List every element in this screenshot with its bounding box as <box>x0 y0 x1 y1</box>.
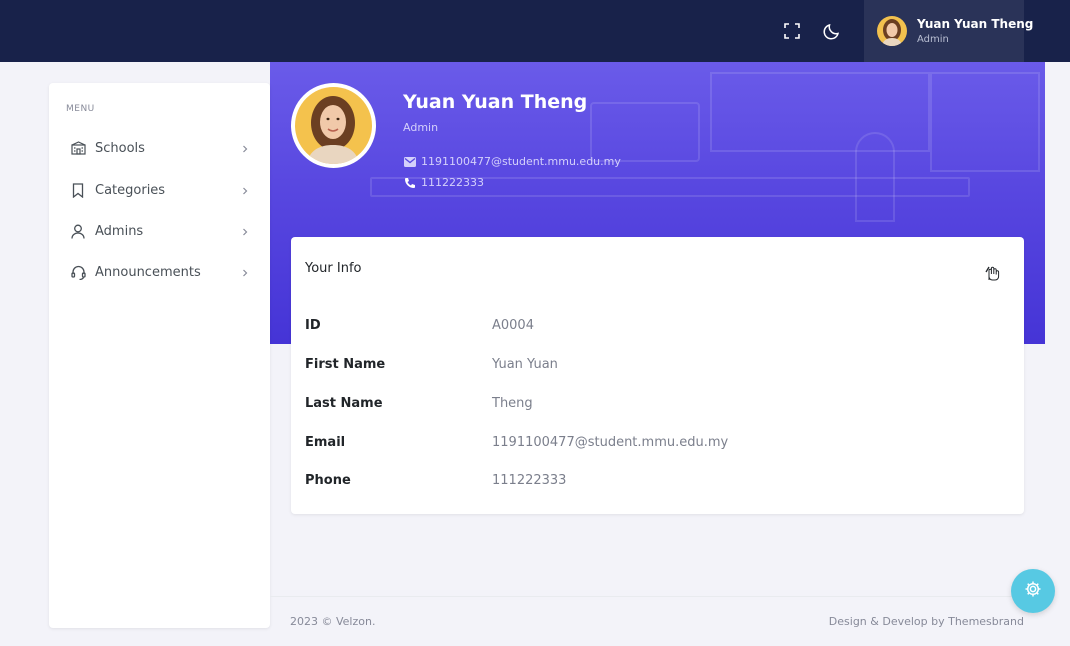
info-row-id: ID A0004 <box>305 318 1005 338</box>
profile-phone-text: 111222333 <box>421 176 484 189</box>
info-card: Your Info ID A0004 First Name Yuan Yuan … <box>291 237 1024 514</box>
row-value: Theng <box>492 396 533 411</box>
chevron-right-icon <box>240 226 250 236</box>
sidebar-item-announcements[interactable]: Announcements <box>49 258 270 286</box>
school-icon <box>70 140 86 156</box>
row-label: Phone <box>305 473 351 488</box>
footer-credit: Design & Develop by Themesbrand <box>828 615 1024 628</box>
user-role: Admin <box>917 34 949 45</box>
edit-icon[interactable] <box>981 261 1003 283</box>
fullscreen-icon[interactable] <box>780 19 804 43</box>
chevron-right-icon <box>240 267 250 277</box>
card-title: Your Info <box>305 261 362 276</box>
profile-phone: 111222333 <box>404 176 484 189</box>
sidebar-item-label: Announcements <box>95 264 201 280</box>
avatar <box>877 16 907 46</box>
sidebar-item-categories[interactable]: Categories <box>49 176 270 204</box>
row-value: 1191100477@student.mmu.edu.my <box>492 435 729 450</box>
info-row-last-name: Last Name Theng <box>305 396 1005 416</box>
gear-icon <box>1024 580 1042 602</box>
mail-icon <box>404 156 416 168</box>
sidebar-item-label: Categories <box>95 182 166 198</box>
bookmark-icon <box>70 182 86 198</box>
info-row-first-name: First Name Yuan Yuan <box>305 357 1005 377</box>
profile-avatar <box>291 83 376 168</box>
top-navbar: Yuan Yuan Theng Admin <box>0 0 1070 62</box>
settings-button[interactable] <box>1011 569 1055 613</box>
row-value: Yuan Yuan <box>492 357 558 372</box>
info-row-email: Email 1191100477@student.mmu.edu.my <box>305 435 1005 455</box>
row-value: 111222333 <box>492 473 567 488</box>
sidebar-item-admins[interactable]: Admins <box>49 217 270 245</box>
row-label: First Name <box>305 357 386 372</box>
sidebar-item-schools[interactable]: Schools <box>49 134 270 162</box>
profile-role: Admin <box>403 121 439 134</box>
row-label: ID <box>305 318 321 333</box>
profile-email: 1191100477@student.mmu.edu.my <box>404 155 621 168</box>
moon-icon[interactable] <box>820 19 844 43</box>
user-dropdown[interactable]: Yuan Yuan Theng Admin <box>864 0 1033 62</box>
phone-icon <box>404 177 416 189</box>
sidebar-item-label: Admins <box>95 223 144 239</box>
footer-divider <box>270 596 1045 597</box>
chevron-right-icon <box>240 185 250 195</box>
row-label: Email <box>305 435 346 450</box>
sidebar: MENU Schools Categories Admins Announcem… <box>49 83 270 628</box>
footer-copyright: 2023 © Velzon. <box>290 615 376 628</box>
headset-icon <box>70 264 86 280</box>
info-row-phone: Phone 111222333 <box>305 473 1005 493</box>
profile-name: Yuan Yuan Theng <box>403 91 588 113</box>
user-icon <box>70 223 86 239</box>
menu-title: MENU <box>66 104 95 114</box>
row-value: A0004 <box>492 318 534 333</box>
chevron-right-icon <box>240 143 250 153</box>
row-label: Last Name <box>305 396 383 411</box>
sidebar-item-label: Schools <box>95 140 145 156</box>
profile-email-text: 1191100477@student.mmu.edu.my <box>421 155 621 168</box>
user-name: Yuan Yuan Theng <box>917 17 1034 31</box>
